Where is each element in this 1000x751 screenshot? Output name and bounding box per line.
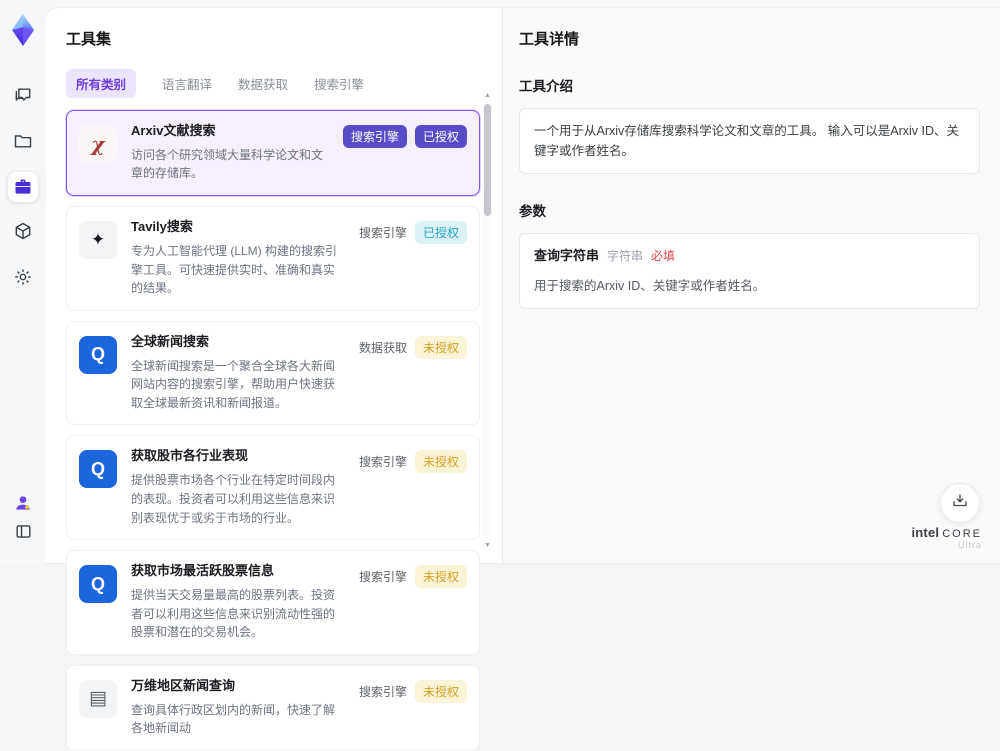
sidebar-item-collapse-panel[interactable] — [8, 516, 38, 546]
tool-title: Arxiv文献搜索 — [131, 123, 216, 138]
tool-list: χ Arxiv文献搜索 访问各个研究领域大量科学论文和文章的存储库。 搜索引擎 … — [66, 110, 480, 751]
tavily-icon: ✦ — [79, 221, 117, 260]
auth-status-badge: 已授权 — [414, 221, 467, 245]
tool-description: 全球新闻搜索是一个聚合全球各大新闻网站内容的搜索引擎，帮助用户快速获取全球最新资… — [131, 358, 336, 410]
sidebar-item-chat[interactable] — [8, 80, 38, 110]
category-badge: 搜索引擎 — [358, 684, 407, 699]
tool-description: 提供当天交易量最高的股票列表。投资者可以利用这些信息来识别流动性强的股票和潜在的… — [131, 587, 336, 640]
tool-badges: 搜索引擎 未授权 — [359, 563, 467, 642]
detail-title: 工具详情 — [519, 31, 580, 48]
tool-description: 专为人工智能代理 (LLM) 构建的搜索引擎工具。可快速提供实时、准确和真实的结… — [131, 243, 338, 296]
tool-card[interactable]: Q 获取市场最活跃股票信息 提供当天交易量最高的股票列表。投资者可以利用这些信息… — [66, 550, 480, 655]
parameter-box: 查询字符串 字符串 必填 用于搜索的Arxiv ID、关键字或作者姓名。 — [519, 233, 980, 309]
auth-status-badge: 未授权 — [414, 679, 467, 703]
sidebar-item-settings[interactable] — [8, 262, 38, 292]
params-section-title: 参数 — [519, 204, 546, 219]
tab-data[interactable]: 数据获取 — [238, 69, 288, 98]
tool-card[interactable]: ▤ 万维地区新闻查询 查询具体行政区划内的新闻，快速了解各地新闻动 搜索引擎 未… — [66, 664, 480, 751]
tool-title: Tavily搜索 — [131, 219, 193, 235]
category-badge: 数据获取 — [358, 340, 407, 355]
tab-all[interactable]: 所有类别 — [66, 69, 137, 98]
tool-title: 万维地区新闻查询 — [131, 677, 236, 693]
parameter-name: 查询字符串 — [534, 248, 600, 263]
cube-icon — [13, 221, 33, 241]
category-badge: 搜索引擎 — [342, 125, 407, 148]
download-button[interactable] — [940, 483, 980, 523]
sidebar-item-models[interactable] — [8, 216, 38, 246]
tool-title: 获取股市各行业表现 — [131, 448, 249, 464]
arxiv-icon: χ — [79, 125, 117, 163]
tool-badges: 搜索引擎 未授权 — [359, 678, 467, 738]
parameter-type: 字符串 — [607, 249, 644, 263]
sidebar-item-files[interactable] — [8, 126, 38, 156]
auth-status-badge: 未授权 — [414, 450, 467, 474]
sidebar-item-account[interactable] — [8, 488, 38, 518]
tool-title: 全球新闻搜索 — [131, 333, 210, 349]
main-panel: 工具集 所有类别 语言翻译 数据获取 搜索引擎 χ Arxiv文献搜索 访问各个… — [46, 8, 1000, 751]
tool-title: 获取市场最活跃股票信息 — [131, 563, 275, 579]
intro-section-title: 工具介绍 — [519, 79, 573, 94]
tool-card[interactable]: ✦ Tavily搜索 专为人工智能代理 (LLM) 构建的搜索引擎工具。可快速提… — [66, 206, 480, 311]
left-rail — [0, 0, 46, 563]
parameter-description: 用于搜索的Arxiv ID、关键字或作者姓名。 — [534, 278, 766, 293]
tool-description: 提供股票市场各个行业在特定时间段内的表现。投资者可以利用这些信息来识别表现优于或… — [131, 473, 336, 525]
app-logo-icon[interactable] — [7, 12, 39, 48]
tool-card[interactable]: Q 全球新闻搜索 全球新闻搜索是一个聚合全球各大新闻网站内容的搜索引擎，帮助用户… — [66, 320, 480, 426]
qnews-icon: Q — [79, 450, 117, 489]
intel-core-wordmark: intel CORE — [911, 524, 982, 542]
panel-collapse-icon — [14, 522, 33, 541]
category-badge: 搜索引擎 — [358, 570, 407, 585]
tool-card[interactable]: Q 获取股市各行业表现 提供股票市场各个行业在特定时间段内的表现。投资者可以利用… — [66, 435, 480, 541]
parameter-header: 查询字符串 字符串 必填 — [534, 246, 965, 267]
tool-intro-text: 一个用于从Arxiv存储库搜索科学论文和文章的工具。 输入可以是Arxiv ID… — [534, 124, 960, 158]
category-tabs: 所有类别 语言翻译 数据获取 搜索引擎 — [66, 69, 502, 98]
tool-intro-box: 一个用于从Arxiv存储库搜索科学论文和文章的工具。 输入可以是Arxiv ID… — [519, 108, 980, 174]
auth-status-badge: 未授权 — [414, 565, 467, 589]
sidebar-item-tools[interactable] — [8, 172, 38, 202]
page-title: 工具集 — [66, 31, 112, 48]
auth-status-badge: 未授权 — [414, 335, 467, 359]
auth-status-badge: 已授权 — [414, 125, 467, 148]
tab-search[interactable]: 搜索引擎 — [314, 69, 364, 98]
tab-translate[interactable]: 语言翻译 — [162, 69, 212, 98]
tool-description: 访问各个研究领域大量科学论文和文章的存储库。 — [131, 147, 324, 181]
briefcase-icon — [13, 177, 33, 197]
core-text: CORE — [942, 527, 982, 540]
tool-badges: 搜索引擎 未授权 — [359, 448, 467, 527]
tools-pane: 工具集 所有类别 语言翻译 数据获取 搜索引擎 χ Arxiv文献搜索 访问各个… — [46, 8, 503, 751]
parameter-required-badge: 必填 — [651, 249, 676, 263]
folder-icon — [13, 131, 33, 151]
gear-icon — [13, 267, 33, 287]
scroll-down-arrow[interactable]: ▼ — [483, 542, 492, 550]
download-icon — [951, 492, 969, 515]
detail-pane: 工具详情 工具介绍 一个用于从Arxiv存储库搜索科学论文和文章的工具。 输入可… — [503, 8, 1000, 563]
tool-card[interactable]: χ Arxiv文献搜索 访问各个研究领域大量科学论文和文章的存储库。 搜索引擎 … — [66, 110, 480, 197]
scroll-up-arrow[interactable]: ▲ — [483, 92, 492, 100]
news-icon: ▤ — [79, 679, 117, 718]
qnews-icon: Q — [79, 565, 117, 604]
ultra-text: Ultra — [957, 540, 982, 551]
user-avatar-icon — [13, 493, 33, 513]
intel-text: intel — [911, 524, 940, 540]
app-window: 工具集 所有类别 语言翻译 数据获取 搜索引擎 χ Arxiv文献搜索 访问各个… — [0, 0, 1000, 751]
scrollbar-thumb[interactable] — [484, 104, 491, 216]
list-scrollbar[interactable]: ▲ ▼ — [483, 92, 492, 550]
tool-badges: 数据获取 未授权 — [359, 334, 467, 413]
qnews-icon: Q — [79, 335, 117, 374]
chat-icon — [13, 85, 33, 105]
tool-badges: 搜索引擎 已授权 — [342, 123, 467, 183]
category-badge: 搜索引擎 — [358, 455, 407, 470]
intel-core-logo: intel CORE Ultra — [911, 524, 982, 551]
tool-description: 查询具体行政区划内的新闻，快速了解各地新闻动 — [131, 702, 336, 736]
category-badge: 搜索引擎 — [358, 226, 407, 241]
tool-badges: 搜索引擎 已授权 — [359, 219, 467, 298]
